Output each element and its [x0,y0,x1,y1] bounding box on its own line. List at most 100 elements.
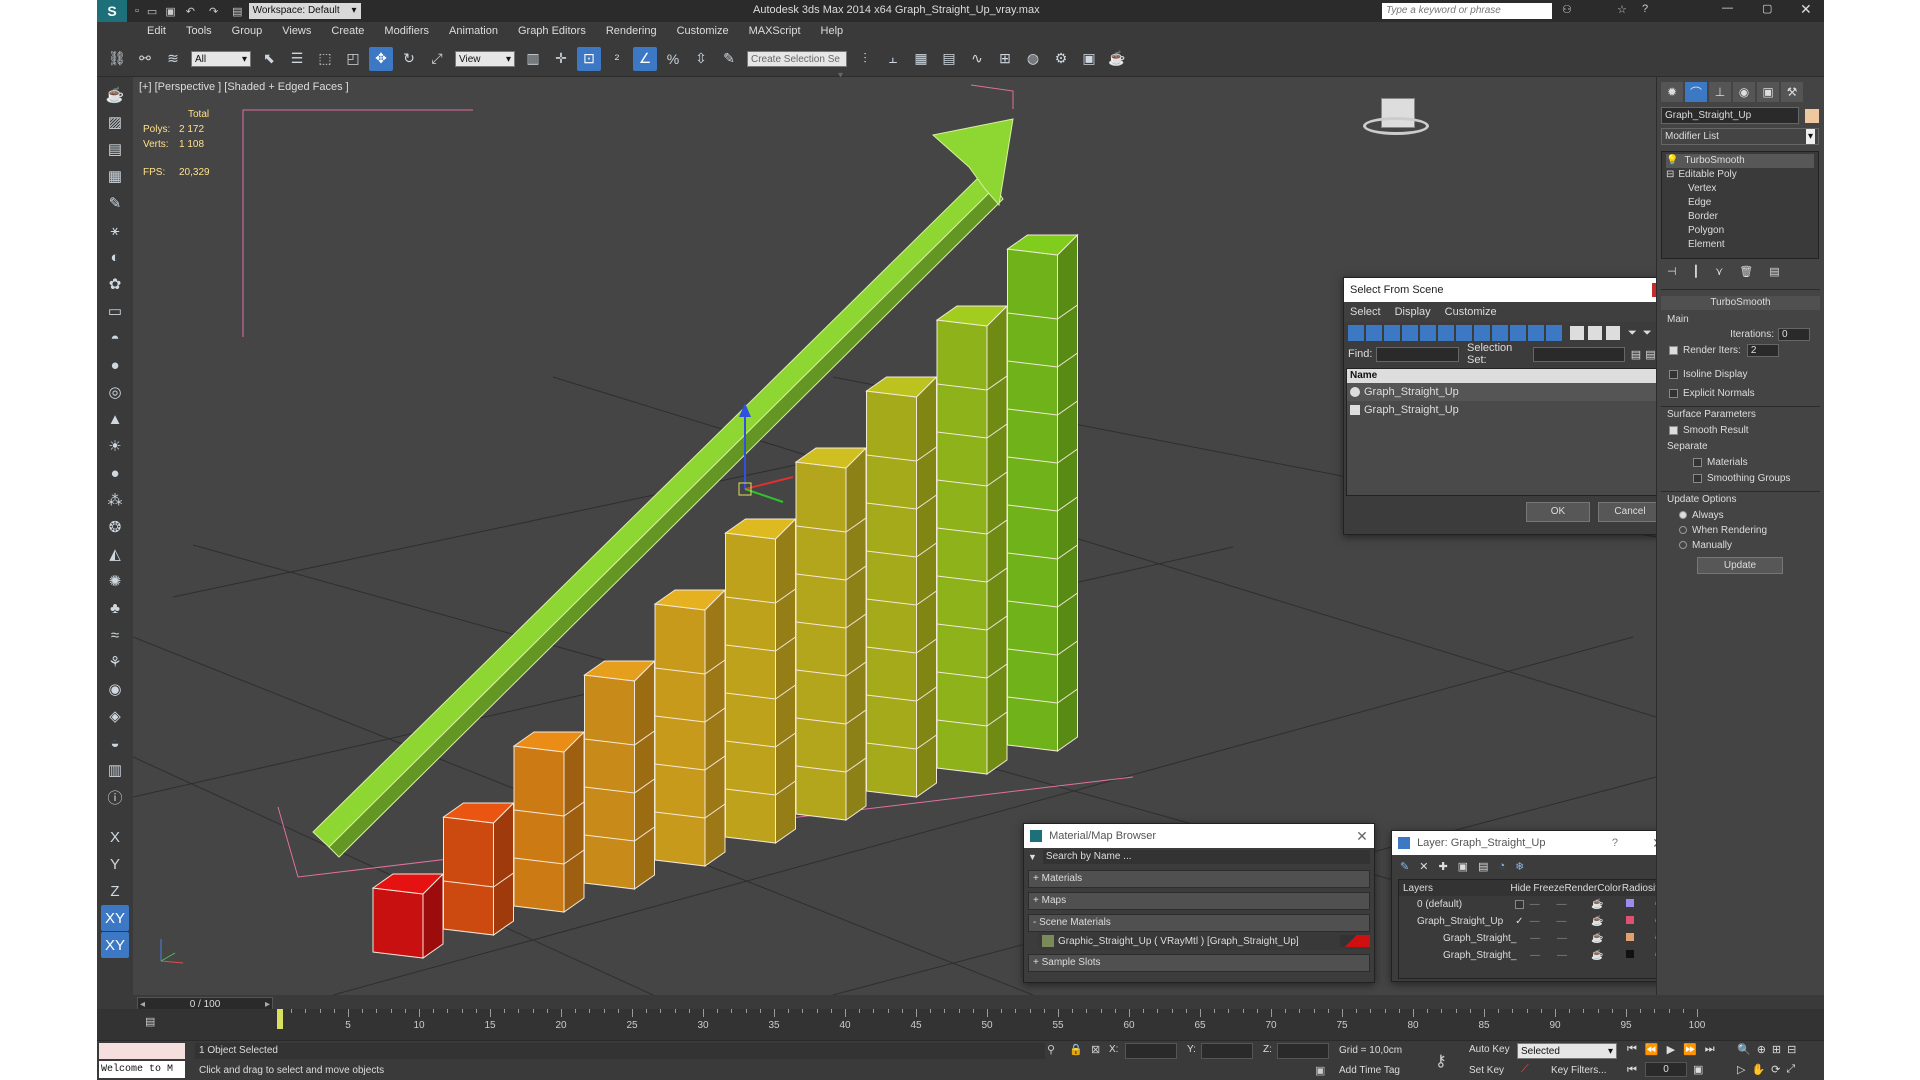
mirror-icon[interactable]: ⫶ [853,47,877,71]
cancel-button[interactable]: Cancel [1598,502,1656,522]
bind-space-warp-icon[interactable]: ≋ [161,47,185,71]
table-row[interactable]: 0 (default) — — ☕ ✺ [1399,896,1656,913]
stack-item-polygon[interactable]: Polygon [1666,224,1814,238]
delete-layer-icon[interactable]: ✕ [1419,860,1428,873]
hidden-filter-icon[interactable] [1546,325,1562,341]
maximize-icon[interactable]: ▢ [1762,2,1772,15]
manipulate-icon[interactable]: ✛ [549,47,573,71]
set-key-button[interactable]: Set Key [1469,1065,1504,1076]
new-file-icon[interactable]: ▫ [135,5,139,17]
key-icon[interactable]: ⚷ [1435,1051,1447,1071]
home-icon[interactable]: ⌂ [1357,77,1363,78]
listener-top[interactable] [99,1043,185,1059]
update-button[interactable]: Update [1697,557,1783,574]
pin-stack-icon[interactable]: ⊣ [1667,265,1677,278]
particles-icon[interactable]: ⁂ [101,487,129,513]
modify-tab-icon[interactable]: ⌒ [1685,82,1707,102]
helpers-icon[interactable]: ◐ [101,244,129,270]
go-to-start-icon[interactable]: ⏮ [1627,1043,1637,1056]
hide-column-header[interactable]: Hide [1510,883,1533,894]
box-icon[interactable]: ▭ [101,298,129,324]
select-in-layer-icon[interactable]: ▣ [1458,860,1468,873]
scene-material-item[interactable]: Graphic_Straight_Up ( VRayMtl ) [Graph_S… [1038,932,1370,950]
image-icon[interactable]: ▨ [101,109,129,135]
current-frame-field[interactable]: 0 [1645,1062,1687,1077]
cloth-icon[interactable]: ⚘ [101,649,129,675]
select-and-rotate-icon[interactable]: ↻ [397,47,421,71]
select-none-icon[interactable] [1588,326,1602,340]
create-layer-icon[interactable]: ✎ [1400,860,1409,873]
track-bar[interactable]: ▤ 5 10 15 20 25 30 35 40 45 50 55 60 65 70 75 80 85 90 95 1… [97,1009,1824,1040]
menu-views[interactable]: Views [272,22,321,41]
helpers-filter-icon[interactable] [1420,325,1436,341]
project-folder-icon[interactable]: ▤ [232,5,242,18]
cameras-filter-icon[interactable] [1402,325,1418,341]
pyramid-icon[interactable]: ◭ [101,541,129,567]
percent-snap-icon[interactable]: % [661,47,685,71]
xrefs-filter-icon[interactable] [1474,325,1490,341]
options-triangle-icon[interactable]: ▼ [1028,852,1037,862]
material-search-input[interactable]: Search by Name ... [1042,850,1370,864]
play-icon[interactable]: ▶ [1667,1043,1675,1056]
freeze-all-icon[interactable]: ❄ [1515,860,1524,873]
window-crossing-icon[interactable]: ◰ [341,47,365,71]
time-tag-icon[interactable]: ▣ [1315,1064,1325,1077]
perspective-viewport[interactable]: [+] [Perspective ] [Shaded + Edged Faces… [133,77,1656,995]
zoom-extents-all-icon[interactable]: ⊟ [1787,1043,1796,1056]
pan-icon[interactable]: ✋ [1751,1063,1765,1076]
omni-light-icon[interactable]: ● [101,460,129,486]
stack-item-editable-poly[interactable]: ⊟ Editable Poly [1666,168,1814,182]
lights-filter-icon[interactable] [1384,325,1400,341]
layer-manager-icon[interactable]: ▦ [909,47,933,71]
z-coord-field[interactable] [1277,1043,1329,1059]
viewcube[interactable] [1363,95,1433,145]
separate-materials-checkbox[interactable] [1693,457,1702,467]
help-icon[interactable]: ? [1612,831,1618,855]
time-slider-next-icon[interactable]: ▸ [265,999,270,1010]
auto-key-button[interactable]: Auto Key [1469,1044,1510,1055]
when-rendering-radio[interactable] [1679,526,1687,535]
select-by-name-icon[interactable]: ☰ [285,47,309,71]
zoom-all-icon[interactable]: ⊕ [1757,1043,1766,1056]
menu-maxscript[interactable]: MAXScript [739,22,811,41]
table-row[interactable]: Graph_Straight_ — — ☕ ✺ [1399,947,1656,964]
color-column-header[interactable]: Color [1597,883,1622,894]
sun-icon[interactable]: ☀ [101,433,129,459]
help-search-input[interactable]: Type a keyword or phrase [1382,3,1552,19]
create-tab-icon[interactable]: ✹ [1661,82,1683,102]
snaps-toggle-icon[interactable]: ² [605,47,629,71]
select-menu-select[interactable]: Select [1350,306,1381,318]
filter-icon[interactable]: ⏷ [1628,327,1637,340]
set-key-tangent-icon[interactable]: ⟋ [1521,1063,1529,1076]
hide-dash[interactable]: — [1530,916,1557,927]
render-teapot-icon[interactable]: ☕ [1591,916,1626,927]
render-column-header[interactable]: Render [1564,883,1597,894]
utilities-tab-icon[interactable]: ⚒ [1781,82,1803,102]
star-icon[interactable]: ☆ [1617,3,1627,16]
spacewarp-icon[interactable]: ✿ [101,271,129,297]
mini-curve-editor-icon[interactable]: ▤ [145,1015,155,1028]
current-layer-checkbox[interactable] [1515,899,1529,910]
selection-filter-dropdown[interactable]: All ▾ [191,50,251,67]
menu-animation[interactable]: Animation [439,22,508,41]
workspace-dropdown[interactable]: Workspace: Default ▾ [248,3,361,19]
shapes-filter-icon[interactable] [1366,325,1382,341]
zoom-icon[interactable]: 🔍 [1737,1043,1751,1056]
freeze-dash[interactable]: — [1557,899,1592,910]
torus-icon[interactable]: ◎ [101,379,129,405]
absolute-mode-icon[interactable]: ⊠ [1091,1043,1100,1056]
freeze-dash[interactable]: — [1557,933,1591,944]
sample-slots-section[interactable]: + Sample Slots [1028,954,1370,972]
smooth-result-checkbox[interactable] [1669,425,1678,435]
previous-frame-icon[interactable]: ⏪ [1645,1043,1659,1056]
stack-item-edge[interactable]: Edge [1666,196,1814,210]
selection-set-dropdown[interactable] [1533,346,1625,362]
archive-icon[interactable]: ▥ [101,757,129,783]
make-unique-icon[interactable]: ⋎ [1715,265,1723,278]
layer-color-swatch[interactable] [1625,899,1655,910]
iterations-spinner[interactable]: 0 [1778,328,1810,341]
motion-tab-icon[interactable]: ◉ [1733,82,1755,102]
rectangular-selection-icon[interactable]: ⬚ [313,47,337,71]
filter-settings-icon[interactable]: ⏷ [1643,327,1652,340]
display-tab-icon[interactable]: ▣ [1757,82,1779,102]
